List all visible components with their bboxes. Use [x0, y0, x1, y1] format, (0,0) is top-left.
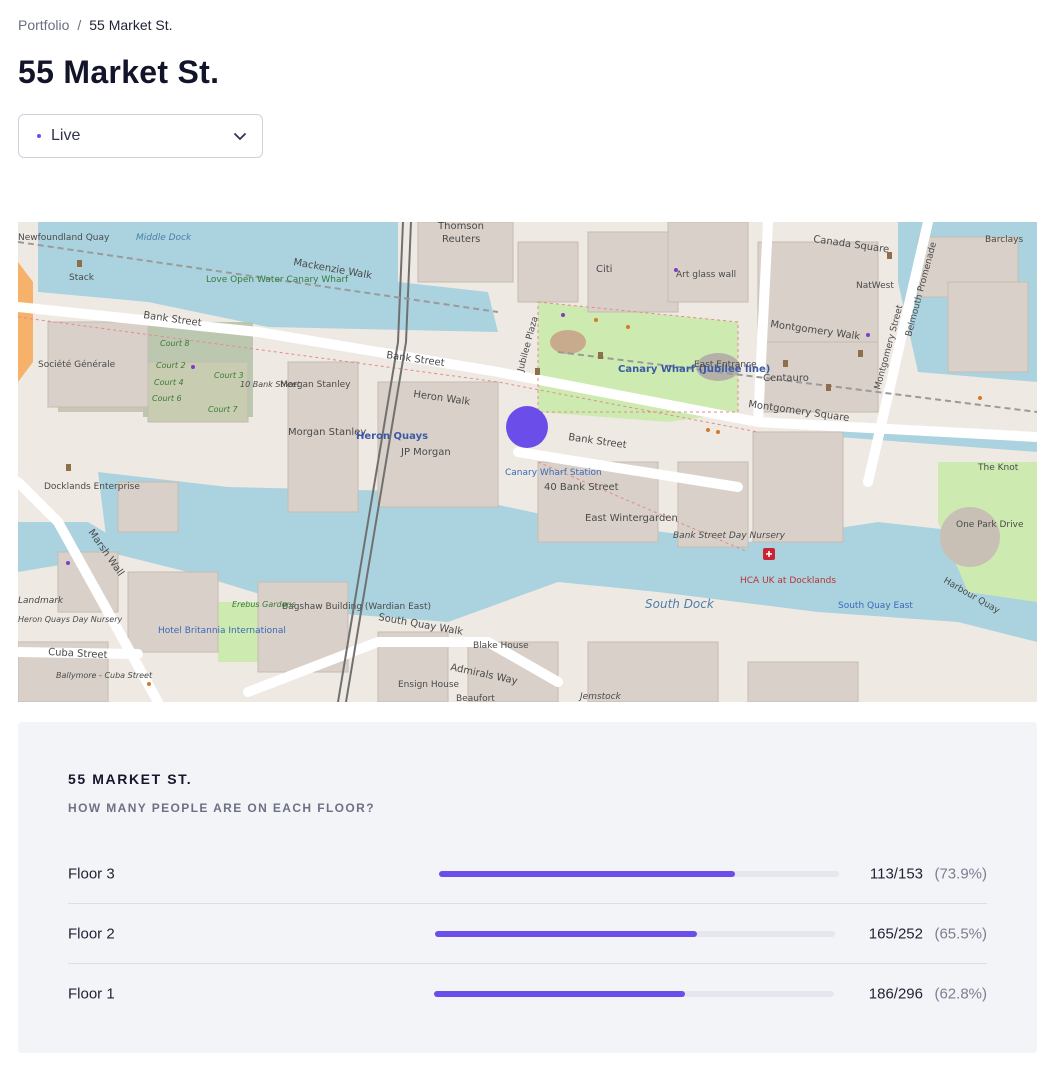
floor-percentage: (65.5%) — [934, 925, 987, 942]
page-title: 55 Market St. — [18, 54, 220, 90]
map-label-canary-wharf-station: Canary Wharf Station — [505, 468, 602, 478]
map-label-stack: Stack — [69, 273, 95, 283]
map-label-thomson: Thomson — [437, 222, 484, 232]
occupancy-bar-fill — [435, 930, 697, 937]
map-label-heron-quays: Heron Quays — [356, 431, 428, 442]
map-label-bagshaw: Bagshaw Building (Wardian East) — [282, 602, 431, 612]
map-label-art-glass: Art glass wall — [676, 270, 736, 280]
occupancy-bar-fill — [439, 870, 735, 877]
map-label-court4: Court 4 — [154, 378, 184, 387]
map-label-south-dock: South Dock — [645, 597, 715, 611]
map-label-beaufort: Beaufort — [456, 694, 495, 702]
occupancy-bar-track — [435, 930, 835, 937]
map-label-court8: Court 8 — [160, 339, 190, 348]
map-label-east-wintergarden: East Wintergarden — [585, 513, 678, 524]
map-label-heron-quays-nursery: Heron Quays Day Nursery — [18, 615, 123, 624]
map-label-natwest: NatWest — [856, 281, 894, 291]
map-canvas[interactable]: Thomson Reuters Citi Canada Square Barcl… — [18, 222, 1037, 702]
occupancy-bar-track — [434, 991, 834, 997]
map-label-south-quay-east: South Quay East — [838, 601, 913, 611]
floor-count: 186/296 — [868, 985, 923, 1003]
panel-subtitle: HOW MANY PEOPLE ARE ON EACH FLOOR? — [68, 801, 375, 815]
map-label-court3: Court 3 — [214, 371, 244, 380]
floor-row[interactable]: Floor 2 165/252 (65.5%) — [68, 904, 987, 964]
map-label-bank-street-day: Bank Street Day Nursery — [673, 531, 786, 541]
floor-count: 113/153 — [869, 865, 923, 882]
breadcrumb-root-link[interactable]: Portfolio — [18, 17, 69, 33]
floor-count: 165/252 — [868, 925, 923, 942]
floor-name: Floor 3 — [68, 865, 115, 882]
map-label-barclays: Barclays — [985, 235, 1023, 245]
map-label-jp-morgan: JP Morgan — [400, 447, 451, 458]
map-label-middle-dock: Middle Dock — [136, 233, 192, 243]
building-location-marker[interactable] — [506, 406, 548, 448]
map-label-centauro: Centauro — [763, 373, 809, 384]
breadcrumb: Portfolio / 55 Market St. — [18, 17, 173, 33]
floor-percentage: (73.9%) — [934, 865, 987, 882]
map-label-court2: Court 2 — [156, 361, 186, 370]
map-label-hotel-britannia: Hotel Britannia International — [158, 626, 286, 636]
map-label-newfoundland: Newfoundland Quay — [18, 233, 110, 243]
map-label-10-bank: 10 Bank Street — [240, 380, 301, 389]
map-label-blake-house: Blake House — [473, 641, 529, 651]
map-label-societe: Société Générale — [38, 359, 116, 370]
mode-select[interactable]: Live — [18, 114, 263, 158]
floor-row[interactable]: Floor 1 186/296 (62.8%) — [68, 964, 987, 1024]
map-label-east-entrance: East Entrance — [694, 360, 757, 370]
map-label-ballymore: Ballymore - Cuba Street — [56, 671, 153, 680]
mode-select-value: Live — [51, 127, 81, 144]
floor-row[interactable]: Floor 3 113/153 (73.9%) — [68, 844, 987, 904]
map-label-court6: Court 6 — [152, 394, 182, 403]
panel-title: 55 MARKET ST. — [68, 771, 193, 787]
map-label-hca: HCA UK at Docklands — [740, 576, 836, 586]
floor-name: Floor 2 — [68, 925, 115, 942]
map-label-morgan-stanley2: Morgan Stanley — [288, 427, 366, 438]
map-label-ensign-house: Ensign House — [398, 680, 460, 690]
occupancy-bar-fill — [434, 991, 686, 997]
chevron-down-icon — [234, 133, 246, 140]
map-label-40-bank: 40 Bank Street — [544, 482, 619, 493]
floor-name: Floor 1 — [68, 985, 115, 1003]
occupancy-panel: 55 MARKET ST. HOW MANY PEOPLE ARE ON EAC… — [18, 722, 1037, 1053]
map-label-jemstock: Jemstock — [578, 692, 622, 702]
map-label-one-park: One Park Drive — [956, 520, 1024, 530]
map-label-reuters: Reuters — [442, 234, 480, 245]
breadcrumb-current: 55 Market St. — [89, 17, 173, 33]
map-label-docklands-ent: Docklands Enterprise — [44, 482, 140, 492]
floor-percentage: (62.8%) — [934, 985, 987, 1003]
map-view[interactable]: Thomson Reuters Citi Canada Square Barcl… — [18, 222, 1037, 702]
breadcrumb-separator: / — [77, 17, 82, 33]
map-label-citi: Citi — [596, 264, 612, 275]
map-label-erebus: Erebus Gardens — [232, 600, 296, 609]
map-label-court7: Court 7 — [208, 405, 239, 414]
status-dot-icon — [37, 134, 41, 138]
map-label-landmark: Landmark — [18, 596, 64, 606]
map-label-love-open: Love Open Water Canary Wharf — [206, 275, 349, 285]
map-label-the-knot: The Knot — [977, 463, 1019, 473]
occupancy-bar-track — [439, 870, 839, 877]
